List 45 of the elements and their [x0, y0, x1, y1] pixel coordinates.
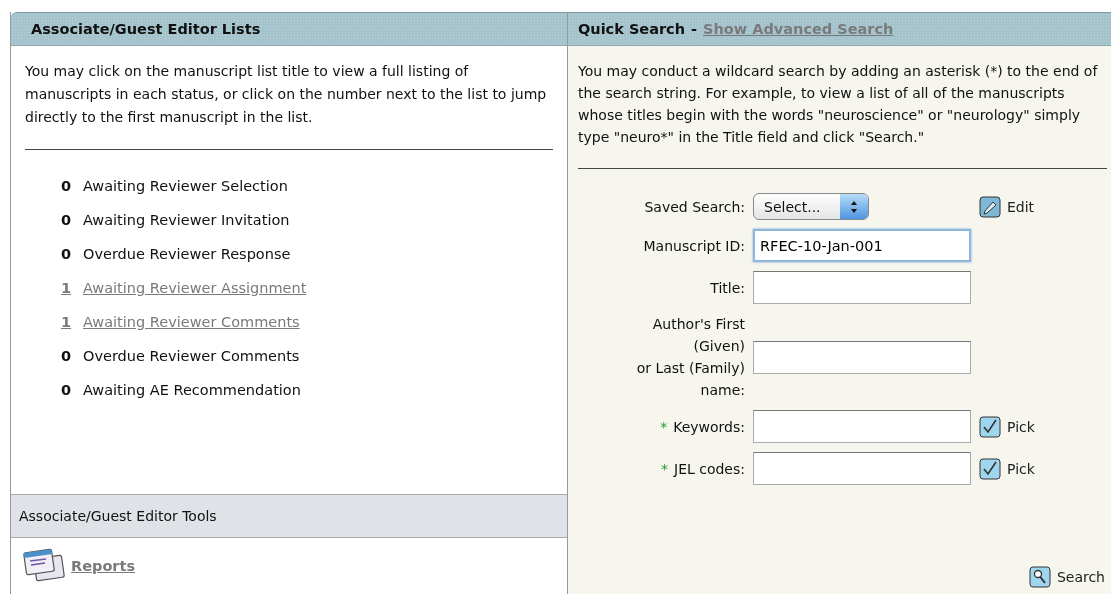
saved-search-select[interactable]: Select... [753, 193, 869, 220]
count-text: 0 [61, 347, 73, 366]
checkmark-icon [979, 415, 1001, 438]
search-icon [1028, 566, 1051, 588]
checkmark-icon [979, 457, 1001, 480]
edit-button[interactable]: Edit [979, 195, 1035, 218]
text-field[interactable]: RFEC-10-Jan-001 [753, 229, 971, 262]
list-label: Overdue Reviewer Response [83, 245, 291, 264]
text-field[interactable] [753, 410, 971, 443]
instructions-text: You may conduct a wildcard search by adding an asterisk (*) to the end of the search string. For example, to view a list of all of the manuscripts whose titles begin with the words "neuroscience" or "neurology" simply type "neuro*" in the Title field and click "Search." [578, 62, 1099, 147]
field-label: Saved Search: [644, 198, 745, 215]
field-label: JEL codes: [674, 460, 745, 477]
list-link[interactable]: Awaiting Reviewer Comments [83, 310, 300, 334]
list-label: Overdue Reviewer Comments [83, 347, 300, 366]
text-field[interactable] [753, 452, 971, 485]
count-text: 0 [61, 211, 73, 230]
section-title: Associate/Guest Editor Tools [19, 508, 217, 524]
list-link[interactable]: Awaiting Reviewer Assignment [83, 276, 307, 300]
stepper-icon [850, 199, 858, 214]
count-link[interactable]: 1 [61, 310, 73, 334]
separator-text: - [691, 21, 698, 37]
reports-link[interactable]: Reports [71, 558, 136, 574]
count-text: 0 [61, 245, 73, 264]
windows-icon [21, 548, 67, 584]
required-marker: * [661, 460, 668, 477]
field-label: Keywords: [673, 418, 745, 435]
field-label: Manuscript ID: [643, 237, 745, 254]
panel-title: Associate/Guest Editor Lists [31, 21, 261, 37]
count-text: 0 [61, 177, 73, 196]
list-label: Awaiting AE Recommendation [83, 381, 301, 400]
count-link[interactable]: 1 [61, 276, 73, 300]
pencil-icon [979, 195, 1001, 218]
count-text: 0 [61, 381, 73, 400]
field-label: Title: [710, 279, 745, 296]
search-button[interactable]: Search [1028, 566, 1105, 588]
required-marker: * [660, 418, 668, 435]
pick-button[interactable]: Pick [979, 457, 1035, 480]
field-label: Author's First (Given) or Last (Family) name: [636, 316, 745, 398]
list-label: Awaiting Reviewer Selection [83, 177, 288, 196]
panel-title: Quick Search [578, 21, 686, 37]
list-label: Awaiting Reviewer Invitation [83, 211, 290, 230]
instructions-text: You may click on the manuscript list title to view a full listing of manuscripts in each status, or click on the number next to the list to jump directly to the first manuscript in the list. [25, 62, 548, 127]
pick-button[interactable]: Pick [979, 415, 1035, 438]
text-field[interactable] [753, 340, 971, 374]
text-field[interactable] [753, 271, 971, 304]
